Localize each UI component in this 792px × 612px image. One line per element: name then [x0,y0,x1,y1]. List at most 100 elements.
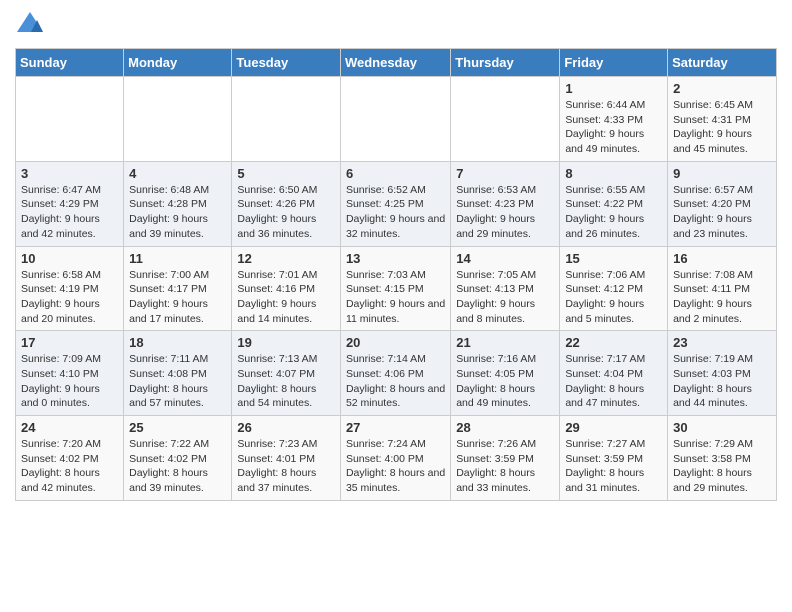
day-number: 11 [129,251,226,266]
day-cell: 27Sunrise: 7:24 AM Sunset: 4:00 PM Dayli… [340,416,450,501]
day-cell: 4 Sunrise: 6:48 AM Sunset: 4:28 PM Daylig… [124,161,232,246]
day-cell: 10Sunrise: 6:58 AM Sunset: 4:19 PM Dayli… [16,246,124,331]
calendar: SundayMondayTuesdayWednesdayThursdayFrid… [15,48,777,501]
day-cell: 1Sunrise: 6:44 AM Sunset: 4:33 PM Daylig… [560,77,668,162]
day-cell: 8 Sunrise: 6:55 AM Sunset: 4:22 PM Daylig… [560,161,668,246]
calendar-body: 1Sunrise: 6:44 AM Sunset: 4:33 PM Daylig… [16,77,777,501]
day-cell: 25Sunrise: 7:22 AM Sunset: 4:02 PM Dayli… [124,416,232,501]
day-info: Sunrise: 6:55 AM Sunset: 4:22 PM Dayligh… [565,183,662,242]
weekday-sunday: Sunday [16,49,124,77]
header [15,10,777,40]
day-info: Sunrise: 6:45 AM Sunset: 4:31 PM Dayligh… [673,98,771,157]
weekday-header-row: SundayMondayTuesdayWednesdayThursdayFrid… [16,49,777,77]
day-info: Sunrise: 7:09 AM Sunset: 4:10 PM Dayligh… [21,352,118,411]
day-info: Sunrise: 7:23 AM Sunset: 4:01 PM Dayligh… [237,437,335,496]
day-info: Sunrise: 6:53 AM Sunset: 4:23 PM Dayligh… [456,183,554,242]
week-row-4: 17Sunrise: 7:09 AM Sunset: 4:10 PM Dayli… [16,331,777,416]
day-cell [124,77,232,162]
day-number: 27 [346,420,445,435]
day-cell: 22 Sunrise: 7:17 AM Sunset: 4:04 PM Dayli… [560,331,668,416]
day-cell: 26 Sunrise: 7:23 AM Sunset: 4:01 PM Dayli… [232,416,341,501]
day-info: Sunrise: 7:27 AM Sunset: 3:59 PM Dayligh… [565,437,662,496]
day-number: 19 [237,335,335,350]
day-info: Sunrise: 6:47 AM Sunset: 4:29 PM Dayligh… [21,183,118,242]
day-number: 3 [21,166,118,181]
day-info: Sunrise: 7:14 AM Sunset: 4:06 PM Dayligh… [346,352,445,411]
day-number: 30 [673,420,771,435]
day-number: 1 [565,81,662,96]
day-info: Sunrise: 7:03 AM Sunset: 4:15 PM Dayligh… [346,268,445,327]
weekday-monday: Monday [124,49,232,77]
calendar-header: SundayMondayTuesdayWednesdayThursdayFrid… [16,49,777,77]
day-number: 13 [346,251,445,266]
page: SundayMondayTuesdayWednesdayThursdayFrid… [0,0,792,511]
week-row-1: 1Sunrise: 6:44 AM Sunset: 4:33 PM Daylig… [16,77,777,162]
day-number: 20 [346,335,445,350]
day-cell: 2Sunrise: 6:45 AM Sunset: 4:31 PM Daylig… [668,77,777,162]
day-info: Sunrise: 7:20 AM Sunset: 4:02 PM Dayligh… [21,437,118,496]
day-number: 24 [21,420,118,435]
day-info: Sunrise: 7:17 AM Sunset: 4:04 PM Dayligh… [565,352,662,411]
day-number: 5 [237,166,335,181]
weekday-friday: Friday [560,49,668,77]
day-info: Sunrise: 7:16 AM Sunset: 4:05 PM Dayligh… [456,352,554,411]
day-cell: 6Sunrise: 6:52 AM Sunset: 4:25 PM Daylig… [340,161,450,246]
weekday-saturday: Saturday [668,49,777,77]
day-cell: 5 Sunrise: 6:50 AM Sunset: 4:26 PM Daylig… [232,161,341,246]
day-number: 26 [237,420,335,435]
day-info: Sunrise: 7:01 AM Sunset: 4:16 PM Dayligh… [237,268,335,327]
day-cell: 30 Sunrise: 7:29 AM Sunset: 3:58 PM Dayli… [668,416,777,501]
day-number: 29 [565,420,662,435]
day-cell: 16 Sunrise: 7:08 AM Sunset: 4:11 PM Dayli… [668,246,777,331]
day-info: Sunrise: 7:29 AM Sunset: 3:58 PM Dayligh… [673,437,771,496]
day-info: Sunrise: 7:26 AM Sunset: 3:59 PM Dayligh… [456,437,554,496]
day-info: Sunrise: 7:19 AM Sunset: 4:03 PM Dayligh… [673,352,771,411]
weekday-thursday: Thursday [451,49,560,77]
day-number: 14 [456,251,554,266]
day-number: 4 [129,166,226,181]
day-cell [451,77,560,162]
day-cell: 20 Sunrise: 7:14 AM Sunset: 4:06 PM Dayli… [340,331,450,416]
day-cell: 28 Sunrise: 7:26 AM Sunset: 3:59 PM Dayli… [451,416,560,501]
day-cell: 21 Sunrise: 7:16 AM Sunset: 4:05 PM Dayli… [451,331,560,416]
day-number: 22 [565,335,662,350]
weekday-tuesday: Tuesday [232,49,341,77]
day-info: Sunrise: 7:13 AM Sunset: 4:07 PM Dayligh… [237,352,335,411]
day-number: 28 [456,420,554,435]
day-info: Sunrise: 7:22 AM Sunset: 4:02 PM Dayligh… [129,437,226,496]
day-info: Sunrise: 7:06 AM Sunset: 4:12 PM Dayligh… [565,268,662,327]
day-cell: 23 Sunrise: 7:19 AM Sunset: 4:03 PM Dayli… [668,331,777,416]
day-info: Sunrise: 7:00 AM Sunset: 4:17 PM Dayligh… [129,268,226,327]
day-info: Sunrise: 7:08 AM Sunset: 4:11 PM Dayligh… [673,268,771,327]
week-row-5: 24 Sunrise: 7:20 AM Sunset: 4:02 PM Dayli… [16,416,777,501]
week-row-3: 10Sunrise: 6:58 AM Sunset: 4:19 PM Dayli… [16,246,777,331]
day-cell: 24 Sunrise: 7:20 AM Sunset: 4:02 PM Dayli… [16,416,124,501]
day-number: 16 [673,251,771,266]
week-row-2: 3 Sunrise: 6:47 AM Sunset: 4:29 PM Daylig… [16,161,777,246]
day-cell [16,77,124,162]
day-number: 15 [565,251,662,266]
day-number: 6 [346,166,445,181]
day-cell: 17Sunrise: 7:09 AM Sunset: 4:10 PM Dayli… [16,331,124,416]
day-cell [232,77,341,162]
day-number: 23 [673,335,771,350]
day-info: Sunrise: 6:48 AM Sunset: 4:28 PM Dayligh… [129,183,226,242]
day-info: Sunrise: 7:05 AM Sunset: 4:13 PM Dayligh… [456,268,554,327]
day-number: 10 [21,251,118,266]
day-cell: 11 Sunrise: 7:00 AM Sunset: 4:17 PM Dayli… [124,246,232,331]
day-cell: 13 Sunrise: 7:03 AM Sunset: 4:15 PM Dayli… [340,246,450,331]
day-cell: 29 Sunrise: 7:27 AM Sunset: 3:59 PM Dayli… [560,416,668,501]
day-number: 18 [129,335,226,350]
day-number: 21 [456,335,554,350]
day-number: 7 [456,166,554,181]
logo [15,10,49,40]
day-cell: 15 Sunrise: 7:06 AM Sunset: 4:12 PM Dayli… [560,246,668,331]
day-cell: 14 Sunrise: 7:05 AM Sunset: 4:13 PM Dayli… [451,246,560,331]
day-number: 12 [237,251,335,266]
day-info: Sunrise: 6:50 AM Sunset: 4:26 PM Dayligh… [237,183,335,242]
day-cell: 9Sunrise: 6:57 AM Sunset: 4:20 PM Daylig… [668,161,777,246]
day-cell: 18Sunrise: 7:11 AM Sunset: 4:08 PM Dayli… [124,331,232,416]
day-number: 8 [565,166,662,181]
day-cell: 7 Sunrise: 6:53 AM Sunset: 4:23 PM Daylig… [451,161,560,246]
logo-icon [15,10,45,40]
